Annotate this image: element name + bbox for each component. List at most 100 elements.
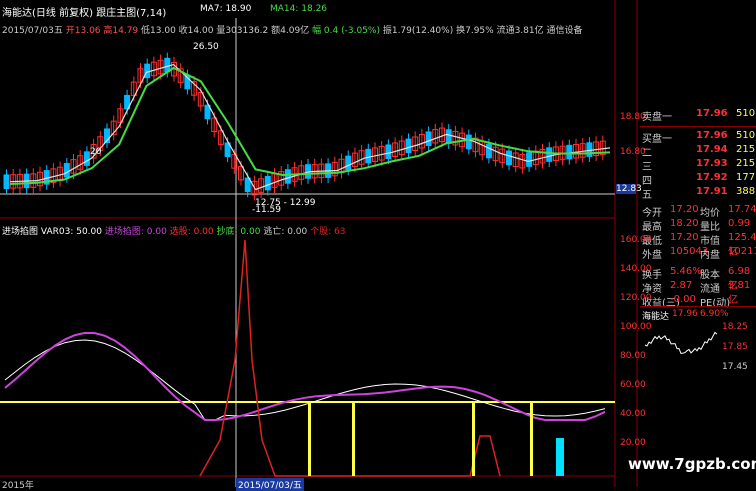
indicator-axis-label: 20.00 [620, 438, 646, 448]
info-date: 2015/07/03五 [2, 26, 63, 36]
signal-bar [308, 402, 311, 476]
indicator-header: 进场掐图 VAR03: 50.00 进场掐图: 0.00 选股: 0.00 抄底… [2, 224, 345, 237]
bid-row: 买盘一 17.96 510 [640, 130, 756, 145]
stat-value: 17.74 [728, 204, 756, 215]
indicator-var03: VAR03: 50.00 [40, 227, 102, 237]
stat-row: 最高 18.20 量比 0.99 [640, 218, 756, 233]
bid-label: 四 [642, 176, 652, 187]
info-turnover: 换7.95% [456, 26, 494, 36]
bid-price: 17.91 [696, 186, 728, 197]
info-volume: 量303136.2 [216, 26, 269, 36]
stat-value: 102114 [728, 246, 756, 257]
bid-price: 17.96 [696, 130, 728, 141]
stat-value: 2.87 [670, 280, 693, 291]
candlesticks [3, 52, 606, 201]
indicator-l2: 选股: 0.00 [169, 227, 214, 237]
stat-key: 量比 [700, 222, 720, 233]
stat-value: 18.20 [670, 218, 699, 229]
signal-bar [472, 402, 475, 476]
bid-label: 买盘一 [642, 134, 672, 145]
mini-axis-3: 17.45 [722, 362, 748, 372]
stat-row: 今开 17.20 均价 17.74 [640, 204, 756, 219]
ma14-label: MA14: 18.26 [270, 4, 328, 14]
bid-price: 17.93 [696, 158, 728, 169]
indicator-red-line [199, 239, 501, 477]
stat-row: 换手 5.46% 股本 6.98亿 [640, 266, 756, 292]
watermark: www.7gpzb.com [628, 455, 756, 473]
stat-key: 流通 [700, 284, 720, 295]
stat-key: 最高 [642, 222, 662, 233]
indicator-axis-label: 160.00 [620, 235, 652, 245]
bid-row: 五 17.91 388 [640, 186, 756, 201]
marker-20: 20 [90, 147, 102, 157]
stat-row: 外盘 105043 内盘 102114 [640, 246, 756, 261]
chart-title: 海能达(日线 前复权) 跟庄主图(7,14) [2, 8, 167, 19]
signal-bar [556, 438, 564, 476]
indicator-l3: 抄底: 0.00 [216, 227, 261, 237]
ask-label: 卖盘一 [642, 112, 672, 123]
mini-pct: 6.90% [700, 309, 729, 319]
indicator-purple-line [4, 331, 606, 421]
info-change: 幅 0.4 (-3.05%) [312, 26, 380, 36]
indicator-axis-label: 100.00 [620, 322, 652, 332]
stat-value: 0.99 [728, 218, 751, 229]
ask-price: 17.96 [696, 108, 728, 119]
peak-label: 26.50 [193, 42, 219, 52]
indicator-axis-label: 140.00 [620, 264, 652, 274]
indicator-l5: 个股: 63 [310, 227, 346, 237]
info-high: 高14.79 [103, 26, 139, 36]
stat-value: 5.46% [670, 266, 702, 277]
bid-row: 四 17.92 177 [640, 172, 756, 187]
bid-vol: 510 [736, 130, 756, 141]
bid-row: 二 17.94 215 [640, 144, 756, 159]
bid-label: 三 [642, 162, 652, 173]
info-amount: 额4.09亿 [271, 26, 310, 36]
info-low: 低13.00 [141, 26, 176, 36]
stat-key: 外盘 [642, 250, 662, 261]
ask-row-1: 卖盘一 17.96 510 [640, 108, 756, 123]
signal-bar [530, 402, 533, 476]
signal-bar [352, 402, 355, 476]
bid-vol: 388 [736, 186, 756, 197]
bid-row: 三 17.93 215 [640, 158, 756, 173]
ma7-label: MA7: 18.90 [200, 4, 252, 14]
info-line: 2015/07/03五 开13.06 高14.79 低13.00 收14.00 … [2, 23, 583, 36]
stat-row: 净资 2.87 流通 3.81亿 [640, 280, 756, 306]
bid-vol: 215 [736, 158, 756, 169]
stat-key: 市值 [700, 236, 720, 247]
mini-intraday-line [644, 331, 718, 354]
info-industry: 通信设备 [546, 26, 583, 36]
mini-axis-1: 18.25 [722, 322, 748, 332]
bid-label: 二 [642, 148, 652, 159]
indicator-axis-label: 60.00 [620, 380, 646, 390]
bottom-date-1: 2015年 [2, 481, 34, 491]
mini-title: 海能达 [642, 312, 670, 322]
stat-value: 17.20 [670, 204, 699, 215]
indicator-axis-label: 120.00 [620, 293, 652, 303]
stat-key: 内盘 [700, 250, 720, 261]
bid-price: 17.92 [696, 172, 728, 183]
bottom-date-2: 2015/07/03/五 [236, 478, 304, 491]
stat-value: 17.20 [670, 232, 699, 243]
indicator-axis-label: 40.00 [620, 409, 646, 419]
indicator-axis-label: 80.00 [620, 351, 646, 361]
mini-axis-2: 17.85 [722, 342, 748, 352]
bid-label: 五 [642, 190, 652, 201]
indicator-name: 进场掐图 [2, 227, 39, 237]
range-label: 12.75 - 12.99 [255, 198, 316, 208]
stat-value: -0.00 [670, 294, 696, 305]
info-open: 开13.06 [65, 26, 101, 36]
info-float-cap: 流通3.81亿 [496, 26, 544, 36]
ask-vol: 510 [736, 108, 756, 119]
stat-key: 股本 [700, 270, 720, 281]
bid-vol: 177 [736, 172, 756, 183]
info-amplitude: 振1.79(12.40%) [382, 26, 454, 36]
bid-vol: 215 [736, 144, 756, 155]
stat-row: 最低 17.20 市值 125.4亿 [640, 232, 756, 258]
stat-key: 均价 [700, 208, 720, 219]
stat-key: 今开 [642, 208, 662, 219]
crosshair-price-label: 12.83 [616, 184, 642, 194]
indicator-l1: 进场掐图: 0.00 [104, 227, 167, 237]
info-close: 收14.00 [178, 26, 214, 36]
mini-price: 17.96 [672, 309, 698, 319]
